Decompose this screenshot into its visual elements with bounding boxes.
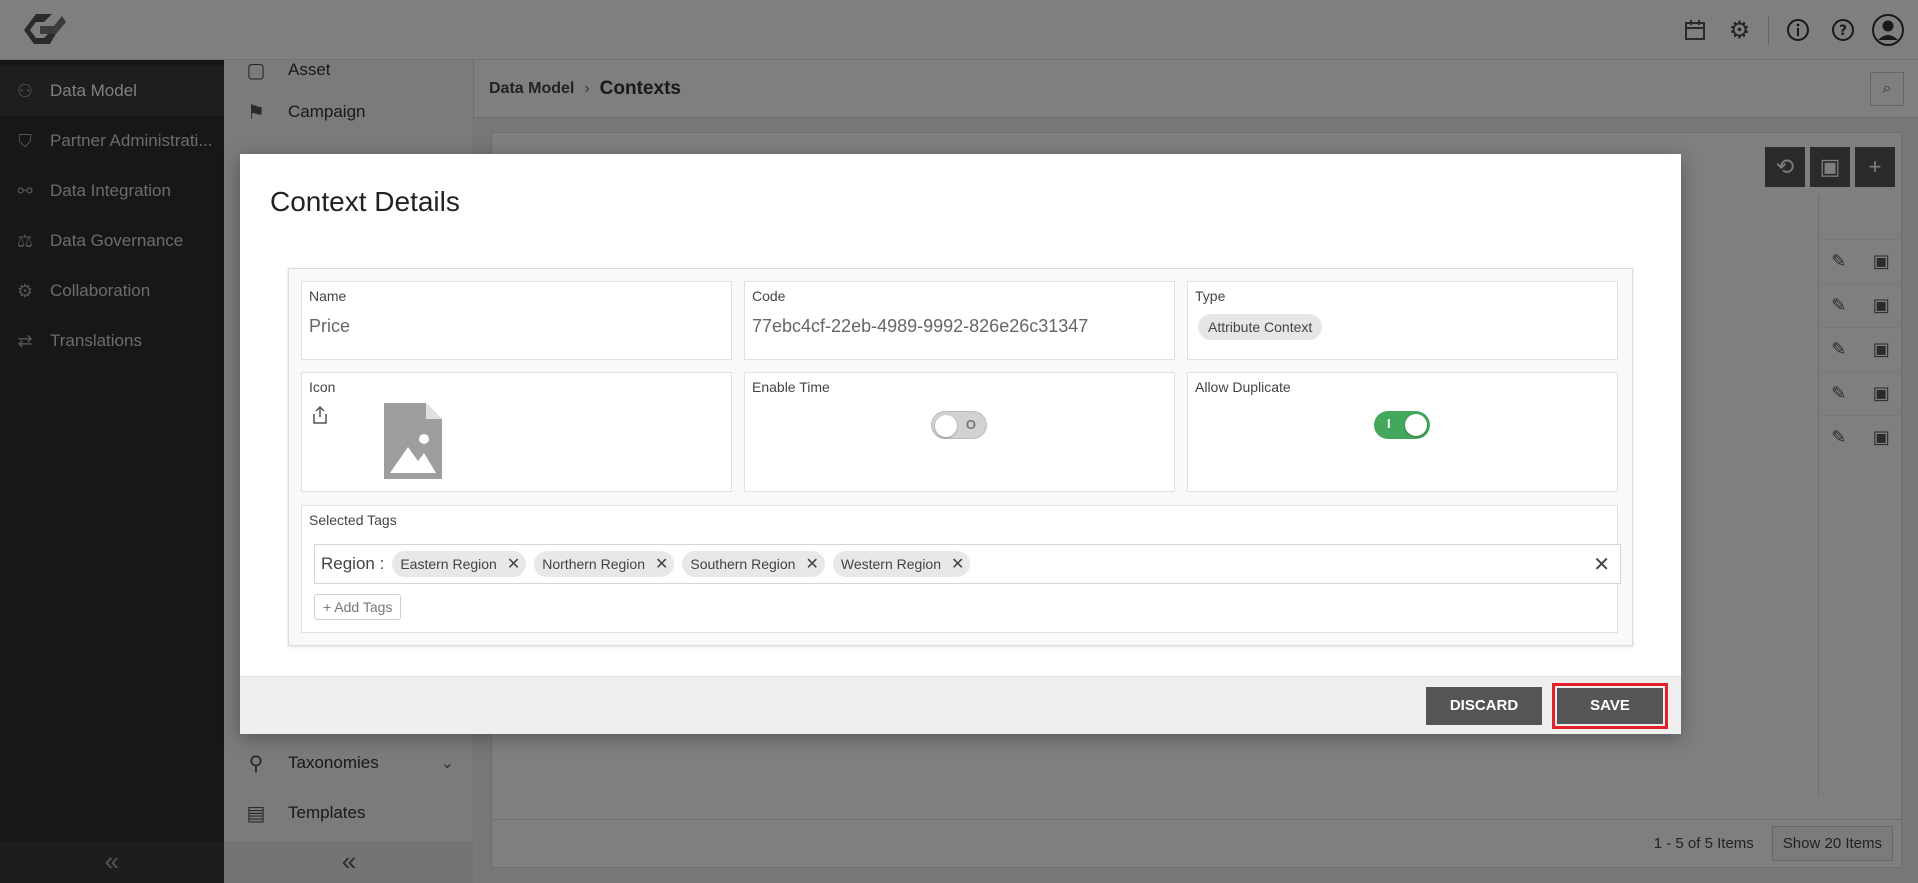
allow-duplicate-field: Allow Duplicate I (1187, 372, 1618, 492)
enable-time-field: Enable Time O (744, 372, 1175, 492)
allow-duplicate-label: Allow Duplicate (1195, 379, 1291, 395)
discard-button[interactable]: DISCARD (1426, 687, 1542, 725)
allow-duplicate-toggle[interactable]: I (1374, 411, 1430, 439)
type-chip: Attribute Context (1198, 314, 1323, 340)
toggle-state: O (965, 417, 976, 432)
code-field: Code 77ebc4cf-22eb-4989-9992-826e26c3134… (744, 281, 1175, 360)
save-button-highlight: SAVE (1552, 683, 1668, 729)
image-placeholder-icon[interactable] (384, 403, 442, 479)
tag-chip: Southern Region ✕ (682, 551, 825, 577)
enable-time-label: Enable Time (752, 379, 830, 395)
enable-time-toggle[interactable]: O (931, 411, 987, 439)
toggle-knob (1405, 414, 1427, 436)
tag-chip: Western Region ✕ (832, 551, 971, 577)
tag-label: Western Region (840, 556, 942, 572)
tag-group-label: Region : (321, 554, 385, 573)
type-field: Type Attribute Context (1187, 281, 1618, 360)
tag-label: Eastern Region (400, 556, 497, 572)
close-icon[interactable]: ✕ (507, 554, 520, 574)
tag-chip: Northern Region ✕ (534, 551, 675, 577)
selected-tags-label: Selected Tags (309, 512, 397, 528)
close-icon[interactable]: ✕ (951, 554, 964, 574)
tag-label: Northern Region (542, 556, 645, 572)
selected-tags-field: Selected Tags Region : Eastern Region ✕ N… (301, 505, 1621, 633)
add-tags-button[interactable]: + Add Tags (314, 594, 402, 620)
name-field[interactable]: Name Price (301, 281, 732, 360)
code-value: 77ebc4cf-22eb-4989-9992-826e26c31347 (752, 316, 1089, 336)
toggle-knob (935, 415, 957, 437)
save-button[interactable]: SAVE (1557, 688, 1663, 724)
modal-footer: DISCARD SAVE (240, 676, 1681, 734)
name-value[interactable]: Price (309, 316, 350, 337)
tag-chip: Eastern Region ✕ (392, 551, 527, 577)
tag-label: Southern Region (690, 556, 796, 572)
context-details-modal: Context Details Name Price Code 77ebc4cf… (240, 154, 1681, 734)
upload-icon[interactable] (312, 405, 328, 430)
icon-label: Icon (309, 379, 336, 395)
icon-field: Icon (301, 372, 732, 492)
close-icon[interactable]: ✕ (805, 554, 818, 574)
type-label: Type (1195, 288, 1226, 304)
name-label: Name (309, 288, 347, 304)
modal-title: Context Details (270, 186, 460, 217)
toggle-state: I (1387, 416, 1391, 431)
modal-form: Name Price Code 77ebc4cf-22eb-4989-9992-… (288, 268, 1633, 646)
code-label: Code (752, 288, 786, 304)
tags-input[interactable]: Region : Eastern Region ✕ Northern Region… (314, 544, 1621, 584)
clear-all-icon[interactable]: ✕ (1593, 552, 1610, 577)
close-icon[interactable]: ✕ (655, 554, 668, 574)
